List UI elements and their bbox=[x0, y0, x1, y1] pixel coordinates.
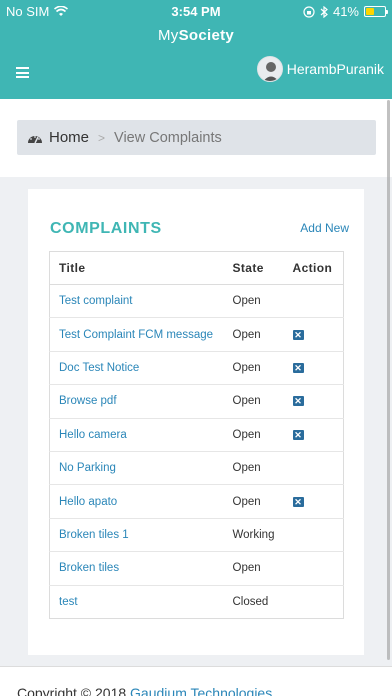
complaint-title-link[interactable]: Broken tiles bbox=[49, 551, 224, 586]
battery-percent: 41% bbox=[332, 4, 359, 19]
complaint-action-cell: ✕ bbox=[283, 351, 344, 386]
complaint-action-cell bbox=[283, 451, 344, 486]
complaints-heading: COMPLAINTS bbox=[50, 220, 162, 237]
delete-icon[interactable]: ✕ bbox=[292, 496, 304, 507]
complaint-title-link[interactable]: Hello camera bbox=[49, 418, 224, 452]
user-menu[interactable]: HerambPuranik bbox=[256, 56, 384, 82]
complaint-title-link[interactable]: Broken tiles 1 bbox=[49, 518, 224, 553]
company-link[interactable]: Gaudium Technologies bbox=[130, 685, 272, 696]
complaint-state: Open bbox=[223, 384, 284, 419]
complaint-state: Open bbox=[223, 284, 284, 319]
table-row: Broken tiles Open bbox=[49, 551, 344, 586]
app-header: No SIM 3:54 PM 41% MySociety HerambPuran… bbox=[0, 0, 392, 99]
status-right: 41% bbox=[303, 4, 388, 19]
complaint-title-link[interactable]: test bbox=[50, 585, 224, 618]
complaint-state: Working bbox=[223, 518, 284, 553]
table-row: Doc Test Notice Open ✕ bbox=[49, 351, 344, 386]
table-row: Test complaint Open bbox=[49, 284, 344, 319]
complaint-state: Closed bbox=[232, 595, 269, 608]
table-header-row: Title State Action bbox=[49, 251, 344, 285]
column-header-action: Action bbox=[283, 251, 344, 285]
delete-icon[interactable]: ✕ bbox=[292, 329, 304, 340]
delete-icon[interactable]: ✕ bbox=[292, 362, 304, 373]
complaint-action-cell: ✕ bbox=[283, 317, 344, 352]
complaint-title-link[interactable]: No Parking bbox=[49, 451, 224, 486]
breadcrumb-section: Home > View Complaints bbox=[0, 99, 392, 177]
bluetooth-icon bbox=[320, 5, 328, 18]
complaint-title-link[interactable]: Hello apato bbox=[49, 484, 224, 519]
complaint-title-link[interactable]: Browse pdf bbox=[49, 384, 224, 419]
complaint-action-cell bbox=[283, 551, 344, 586]
complaint-action-cell: ✕ bbox=[283, 484, 344, 519]
table-row: No Parking Open bbox=[49, 451, 344, 486]
complaints-card: COMPLAINTS Add New Title State Action Te… bbox=[28, 189, 364, 655]
orientation-lock-icon bbox=[303, 5, 315, 18]
username: HerambPuranik bbox=[286, 61, 384, 77]
complaint-state: Open bbox=[223, 418, 284, 452]
table-row: Hello camera Open ✕ bbox=[49, 418, 344, 452]
table-row: test Closed bbox=[50, 585, 344, 618]
breadcrumb: Home > View Complaints bbox=[17, 120, 376, 155]
breadcrumb-home-link[interactable]: Home bbox=[49, 129, 89, 146]
complaint-title-link[interactable]: Doc Test Notice bbox=[49, 351, 224, 386]
complaint-action-cell bbox=[284, 585, 344, 618]
add-new-link[interactable]: Add New bbox=[300, 221, 349, 235]
delete-icon[interactable]: ✕ bbox=[292, 429, 304, 440]
menu-icon[interactable] bbox=[16, 67, 29, 78]
table-row: Test Complaint FCM message Open ✕ bbox=[49, 317, 344, 352]
column-header-title: Title bbox=[49, 251, 224, 285]
complaint-state: Open bbox=[223, 551, 284, 586]
table-row: Browse pdf Open ✕ bbox=[49, 384, 344, 419]
complaint-action-cell bbox=[283, 284, 344, 319]
breadcrumb-separator: > bbox=[98, 130, 106, 145]
complaint-action-cell bbox=[283, 518, 344, 553]
complaint-title-link[interactable]: Test complaint bbox=[49, 284, 224, 319]
column-header-state: State bbox=[223, 251, 284, 285]
app-title: MySociety bbox=[157, 27, 235, 44]
status-bar: No SIM 3:54 PM 41% bbox=[0, 0, 392, 22]
complaint-state: Open bbox=[223, 484, 284, 519]
complaint-state: Open bbox=[223, 451, 284, 486]
breadcrumb-current: View Complaints bbox=[114, 129, 222, 146]
scrollbar[interactable] bbox=[387, 100, 390, 660]
complaint-state: Open bbox=[223, 317, 284, 352]
avatar bbox=[256, 56, 283, 82]
complaint-action-cell: ✕ bbox=[283, 418, 344, 452]
footer: Copyright © 2018 Gaudium Technologies bbox=[0, 666, 392, 696]
table-row: Hello apato Open ✕ bbox=[49, 484, 344, 519]
complaints-table: Title State Action Test complaint Open Tes… bbox=[49, 251, 344, 619]
complaint-action-cell: ✕ bbox=[283, 384, 344, 419]
complaint-state: Open bbox=[223, 351, 284, 386]
delete-icon[interactable]: ✕ bbox=[292, 396, 304, 407]
table-row: Broken tiles 1 Working bbox=[49, 518, 344, 553]
battery-icon bbox=[364, 6, 388, 17]
dashboard-icon bbox=[28, 135, 42, 143]
complaint-title-link[interactable]: Test Complaint FCM message bbox=[49, 317, 224, 352]
copyright-text: Copyright © 2018 Gaudium Technologies bbox=[17, 685, 272, 696]
